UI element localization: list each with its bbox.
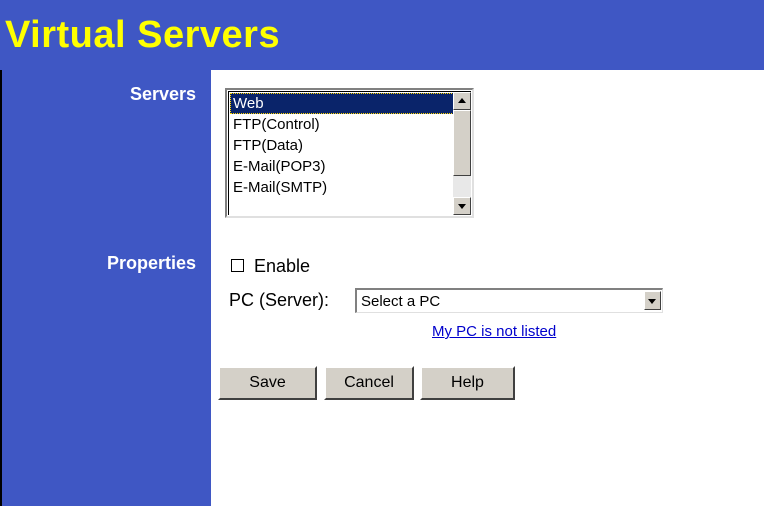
pc-select-value: Select a PC <box>361 293 441 310</box>
server-item-ftp-control[interactable]: FTP(Control) <box>230 114 454 135</box>
enable-label: Enable <box>254 256 311 276</box>
server-item-email-pop3[interactable]: E-Mail(POP3) <box>230 156 454 177</box>
save-button[interactable]: Save <box>218 366 317 400</box>
page-title: Virtual Servers <box>5 14 281 56</box>
sidebar-panel <box>0 70 211 506</box>
server-list: Web FTP(Control) FTP(Data) E-Mail(POP3) … <box>230 93 454 198</box>
pc-server-select[interactable]: Select a PC <box>355 288 663 313</box>
pc-not-listed-link[interactable]: My PC is not listed <box>432 323 556 340</box>
virtual-servers-page: Virtual Servers Servers Properties Web F… <box>0 0 764 506</box>
cancel-button[interactable]: Cancel <box>324 366 414 400</box>
help-button[interactable]: Help <box>420 366 515 400</box>
arrow-up-icon <box>458 98 466 103</box>
server-item-email-smtp[interactable]: E-Mail(SMTP) <box>230 177 454 198</box>
listbox-scrollbar[interactable] <box>453 92 471 215</box>
scroll-thumb[interactable] <box>453 110 471 176</box>
enable-option[interactable]: Enable <box>231 256 310 277</box>
scroll-up-button[interactable] <box>453 92 471 110</box>
chevron-down-icon <box>648 299 656 304</box>
scroll-down-button[interactable] <box>453 197 471 215</box>
servers-listbox[interactable]: Web FTP(Control) FTP(Data) E-Mail(POP3) … <box>225 88 474 218</box>
enable-checkbox[interactable] <box>231 258 244 272</box>
server-item-ftp-data[interactable]: FTP(Data) <box>230 135 454 156</box>
listbox-frame: Web FTP(Control) FTP(Data) E-Mail(POP3) … <box>228 91 471 215</box>
server-item-web[interactable]: Web <box>230 93 454 114</box>
dropdown-button[interactable] <box>644 291 661 310</box>
pc-server-label: PC (Server): <box>229 290 330 310</box>
header-bar: Virtual Servers <box>0 0 764 70</box>
properties-label: Properties <box>106 253 196 273</box>
arrow-down-icon <box>458 204 466 209</box>
left-border <box>0 70 2 506</box>
servers-label: Servers <box>129 84 196 104</box>
